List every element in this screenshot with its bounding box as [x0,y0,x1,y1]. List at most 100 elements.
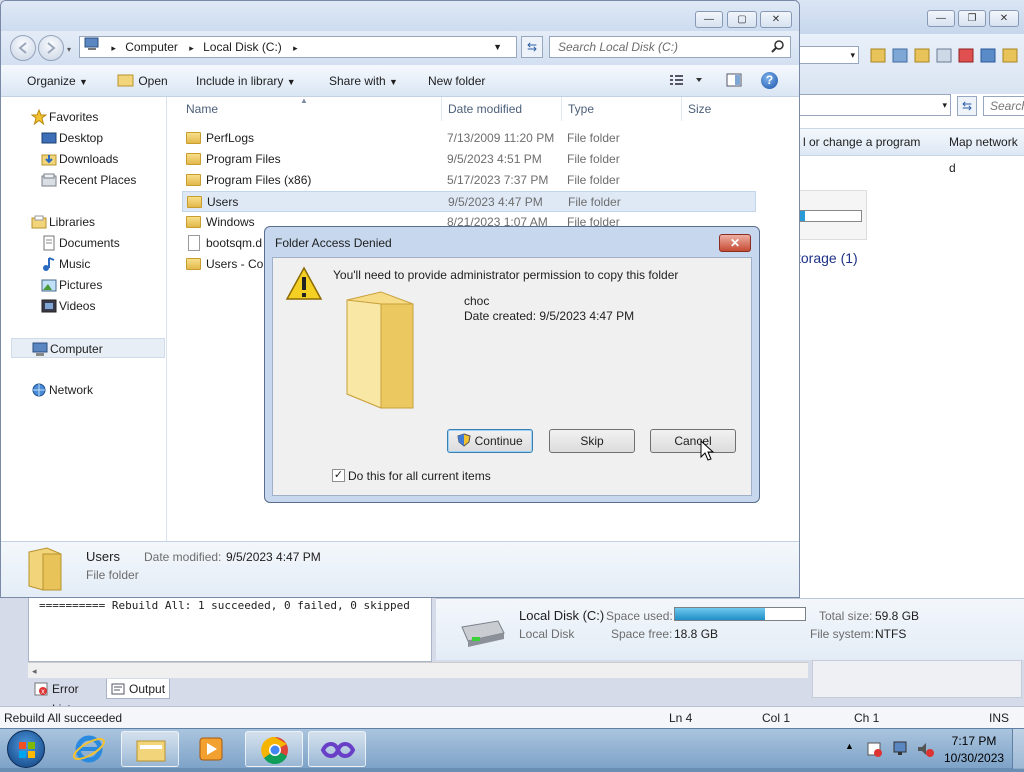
show-desktop-button[interactable] [1012,729,1024,769]
show-hidden-icons-button[interactable]: ▲ [845,741,854,751]
new-folder-button[interactable]: New folder [428,65,485,97]
tab-output[interactable]: Output [106,679,170,699]
breadcrumb-local-disk[interactable]: Local Disk (C:) [203,40,282,54]
maximize-button[interactable]: ▢ [727,11,757,28]
file-row[interactable]: PerfLogs 7/13/2009 11:20 PM File folder [182,128,756,149]
details-name: Users [86,549,120,564]
help-icon[interactable]: ? [761,72,778,89]
chevron-down-icon: ▼ [286,77,296,87]
dialog-title: Folder Access Denied [275,236,392,250]
drive-tile-partial[interactable] [797,190,867,240]
output-horizontal-scrollbar[interactable]: ◂ [28,662,808,678]
file-row-selected[interactable]: Users 9/5/2023 4:47 PM File folder [182,191,756,212]
properties-pane [812,660,1022,698]
forward-button[interactable] [38,35,64,61]
explorer-titlebar[interactable]: — ▢ ✕ [1,1,799,31]
taskbar-chrome[interactable] [245,731,303,767]
continue-button[interactable]: Continue [447,429,533,453]
file-date: 5/17/2023 7:37 PM [447,173,549,187]
warning-icon [285,266,323,300]
refresh-button[interactable]: ⇆ [521,36,543,58]
column-header-name[interactable]: Name ▲ [180,96,442,121]
nav-pictures[interactable]: Pictures [41,275,102,295]
map-network-drive-button[interactable]: Map network d [949,129,1024,181]
taskbar-visual-studio[interactable] [308,731,366,767]
status-line: Ln 4 [669,711,693,725]
nav-music[interactable]: Music [43,254,90,274]
tray-action-network-volume-icons[interactable] [866,739,936,759]
share-label: Share with [329,74,386,88]
include-in-library-button[interactable]: Include in library ▼ [196,65,296,98]
all-items-checkbox-label[interactable]: Do this for all current items [348,469,491,483]
status-insert-mode: INS [989,711,1010,725]
clock[interactable]: 7:17 PM 10/30/2023 [944,734,1004,765]
taskbar-internet-explorer[interactable] [60,731,118,767]
file-row[interactable]: Program Files (x86) 5/17/2023 7:37 PM File… [182,170,756,191]
cancel-button[interactable]: Cancel [650,429,736,453]
visual-studio-icon [320,742,356,758]
folder-access-denied-dialog: Folder Access Denied ✕ You'll need to pr… [264,226,760,503]
file-name: Program Files [206,152,281,166]
network-icon [31,382,47,398]
column-header-type[interactable]: Type [562,97,682,121]
back-button[interactable] [10,35,36,61]
chevron-down-icon: ▼ [79,77,88,87]
column-header-size[interactable]: Size [682,97,762,121]
breadcrumb-separator-icon[interactable]: ▸ [293,43,298,53]
open-button[interactable]: Open [117,65,168,97]
nav-documents[interactable]: Documents [43,233,120,253]
taskbar-explorer[interactable] [121,731,179,767]
close-button-2[interactable]: ✕ [989,10,1019,27]
pictures-icon [41,277,57,293]
start-button[interactable] [7,730,45,768]
file-row[interactable]: Program Files 9/5/2023 4:51 PM File folder [182,149,756,170]
uninstall-program-button[interactable]: l or change a program [803,129,920,155]
folder-icon [186,174,201,186]
organize-button[interactable]: Organize ▼ [27,65,88,98]
recent-pages-chevron-icon[interactable]: ▾ [67,45,71,54]
nav-computer[interactable]: Computer [11,338,165,358]
file-name: Program Files (x86) [206,173,312,187]
search-input-2[interactable]: Search [983,96,1024,116]
nav-desktop[interactable]: Desktop [41,128,103,148]
nav-downloads[interactable]: Downloads [41,149,118,169]
uac-shield-icon [457,433,471,447]
refresh-button-2[interactable]: ⇆ [957,96,977,116]
mouse-cursor-icon [700,440,714,461]
nav-videos[interactable]: Videos [41,296,95,316]
address-input[interactable]: ▸ Computer ▸ Local Disk (C:) ▸ ▼ [79,36,517,58]
breadcrumb-computer[interactable]: Computer [125,40,178,54]
dropdown-2[interactable]: ▾ [797,46,859,64]
open-label: Open [138,74,168,88]
file-type: File folder [568,195,621,209]
minimize-button[interactable]: — [695,11,723,28]
dialog-close-button[interactable]: ✕ [719,234,751,252]
output-pane[interactable]: ========== Rebuild All: 1 succeeded, 0 f… [28,596,432,662]
view-options-icon[interactable] [669,65,703,97]
nav-network[interactable]: Network [32,380,93,400]
nav-recent-places[interactable]: Recent Places [41,170,136,190]
preview-pane-icon[interactable] [726,65,742,97]
nav-libraries[interactable]: Libraries [31,212,95,232]
restore-button-2[interactable]: ❐ [958,10,986,27]
breadcrumb-separator-icon: ▸ [189,43,194,53]
nav-favorites[interactable]: Favorites [30,107,98,127]
search-input[interactable]: Search Local Disk (C:) [549,36,791,58]
taskbar-media-player[interactable] [182,731,240,767]
file-icon [188,235,200,251]
share-with-button[interactable]: Share with ▼ [329,65,398,98]
computer-small-icon [84,37,100,54]
address-dropdown-icon[interactable]: ▼ [493,37,502,57]
skip-button[interactable]: Skip [549,429,635,453]
minimize-button-2[interactable]: — [927,10,955,27]
address-2[interactable]: ▾ [797,94,951,116]
close-button[interactable]: ✕ [760,11,792,28]
computer-icon [32,341,48,357]
total-size-value: 59.8 GB [875,609,920,623]
media-player-icon [199,737,223,761]
file-date: 9/5/2023 4:47 PM [448,195,543,209]
search-icon[interactable] [771,39,785,56]
all-items-checkbox[interactable]: ✓ [332,469,345,482]
column-header-date[interactable]: Date modified [442,97,562,121]
tab-error-list[interactable]: x Error List [30,679,104,716]
